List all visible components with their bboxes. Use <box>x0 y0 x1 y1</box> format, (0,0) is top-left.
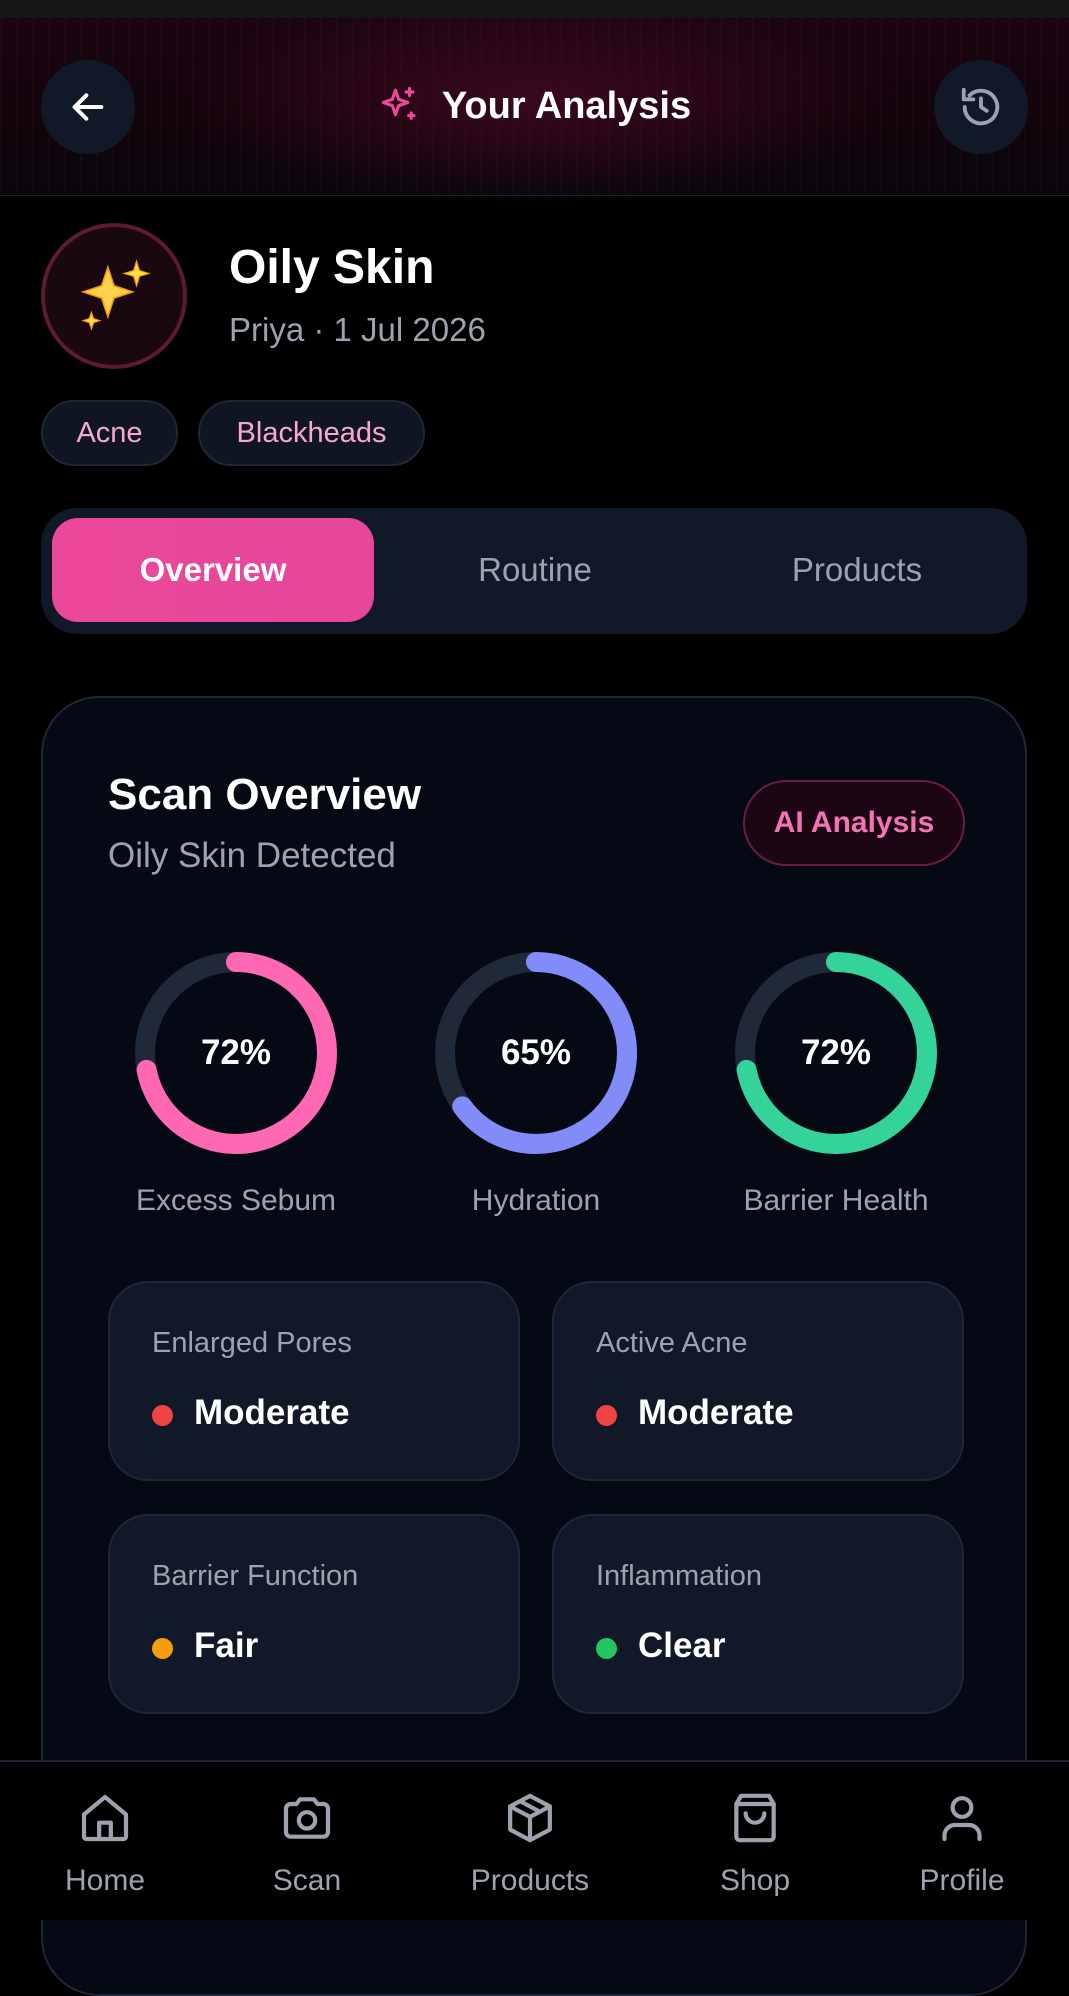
shopping-bag-icon <box>734 1793 776 1843</box>
metric-inflammation[interactable]: Inflammation Clear <box>552 1514 964 1714</box>
home-icon <box>81 1794 129 1842</box>
status-dot <box>596 1405 617 1426</box>
history-button[interactable] <box>934 60 1028 154</box>
nav-home[interactable]: Home <box>20 1762 190 1922</box>
nav-shop[interactable]: Shop <box>670 1762 840 1922</box>
metric-value: Fair <box>194 1626 259 1665</box>
metric-label: Barrier Function <box>152 1560 359 1592</box>
tag-blackheads[interactable]: Blackheads <box>198 400 425 466</box>
sparkles-icon <box>381 86 416 120</box>
avatar <box>41 223 187 369</box>
nav-products[interactable]: Products <box>445 1762 615 1922</box>
nav-label: Home <box>64 1864 146 1897</box>
status-dot <box>152 1405 173 1426</box>
ring-value: 72% <box>200 1033 272 1072</box>
metric-value: Clear <box>638 1626 726 1665</box>
status-dot <box>596 1638 617 1659</box>
history-icon <box>961 87 1000 126</box>
card-title: Scan Overview <box>108 770 422 819</box>
ring-value: 65% <box>500 1033 572 1072</box>
nav-label: Scan <box>272 1864 342 1897</box>
page-title: Your Analysis <box>441 84 692 127</box>
nav-label: Profile <box>919 1864 1005 1897</box>
metric-label: Enlarged Pores <box>152 1327 352 1359</box>
ai-analysis-badge: AI Analysis <box>743 780 965 866</box>
metric-barrier-function[interactable]: Barrier Function Fair <box>108 1514 520 1714</box>
tab-bar: Overview Routine Products <box>41 508 1027 634</box>
scan-subtitle: Priya · 1 Jul 2026 <box>229 311 486 348</box>
bottom-nav: Home Scan Products Shop Profile <box>0 1760 1069 1920</box>
nav-label: Shop <box>719 1864 791 1897</box>
metric-label: Active Acne <box>596 1327 748 1359</box>
nav-label: Products <box>470 1864 590 1897</box>
ring-barrier-health: 72% Barrier Health <box>731 948 941 1218</box>
metric-enlarged-pores[interactable]: Enlarged Pores Moderate <box>108 1281 520 1481</box>
nav-scan[interactable]: Scan <box>222 1762 392 1922</box>
metric-value: Moderate <box>638 1393 794 1432</box>
metric-label: Inflammation <box>596 1560 763 1592</box>
status-bar <box>0 0 1069 18</box>
metric-active-acne[interactable]: Active Acne Moderate <box>552 1281 964 1481</box>
skin-type-title: Oily Skin <box>229 241 435 294</box>
tab-overview[interactable]: Overview <box>52 518 374 622</box>
header-title-group: Your Analysis <box>0 78 1069 134</box>
sparkles-emoji-icon <box>80 259 151 331</box>
tab-routine[interactable]: Routine <box>374 518 696 622</box>
nav-profile[interactable]: Profile <box>877 1762 1047 1922</box>
camera-icon <box>283 1797 331 1839</box>
ring-label: Barrier Health <box>743 1184 929 1217</box>
metric-value: Moderate <box>194 1393 350 1432</box>
tab-products[interactable]: Products <box>696 518 1018 622</box>
user-icon <box>942 1796 982 1842</box>
ring-hydration: 65% Hydration <box>431 948 641 1218</box>
ring-label: Excess Sebum <box>135 1184 337 1217</box>
app-header: Your Analysis <box>0 18 1069 196</box>
card-subtitle: Oily Skin Detected <box>108 836 396 875</box>
status-dot <box>152 1638 173 1659</box>
ring-excess-sebum: 72% Excess Sebum <box>131 948 341 1218</box>
ring-label: Hydration <box>471 1184 601 1217</box>
ring-value: 72% <box>800 1033 872 1072</box>
package-icon <box>508 1793 552 1843</box>
tag-acne[interactable]: Acne <box>41 400 178 466</box>
